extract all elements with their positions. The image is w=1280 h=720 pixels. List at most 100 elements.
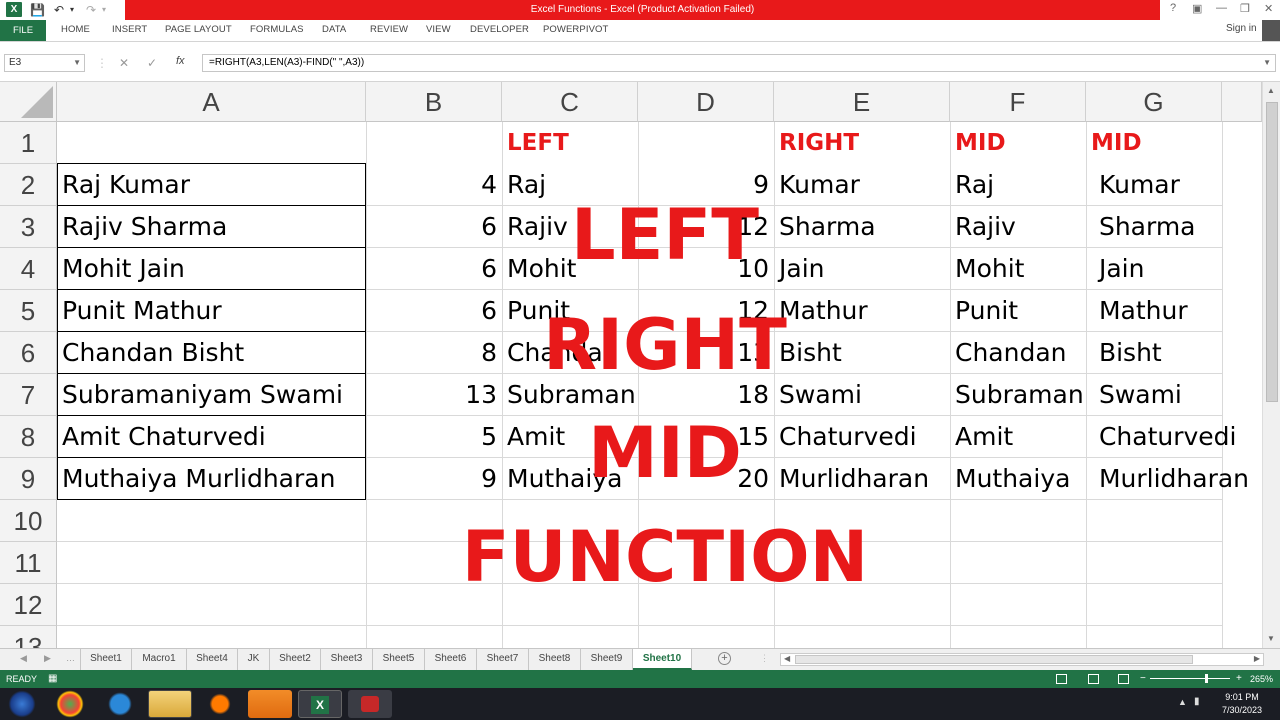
sheet-tab[interactable]: Sheet9 — [581, 649, 633, 670]
cell-g7[interactable]: Swami — [1086, 374, 1222, 416]
tab-page-layout[interactable]: PAGE LAYOUT — [165, 24, 232, 35]
cell-f3[interactable]: Rajiv — [950, 206, 1086, 248]
tab-formulas[interactable]: FORMULAS — [250, 24, 304, 35]
undo-dropdown-icon[interactable]: ▾ — [70, 2, 74, 18]
expand-formula-icon[interactable]: ▼ — [1263, 55, 1271, 71]
sheet-tab[interactable]: Sheet8 — [529, 649, 581, 670]
enter-icon[interactable]: ✓ — [147, 56, 157, 70]
scroll-up-icon[interactable]: ▲ — [1267, 86, 1275, 95]
minimize-icon[interactable]: — — [1216, 2, 1227, 14]
cell-b4[interactable]: 6 — [366, 248, 502, 290]
name-box[interactable]: E3 ▼ — [4, 54, 85, 72]
zoom-in-icon[interactable]: + — [1236, 670, 1242, 688]
tab-data[interactable]: DATA — [322, 24, 346, 35]
row-header-1[interactable]: 1 — [0, 122, 57, 164]
macro-record-icon[interactable]: ▦ — [48, 670, 57, 688]
column-header-g[interactable]: G — [1086, 82, 1222, 122]
column-header-b[interactable]: B — [366, 82, 502, 122]
cell-f1[interactable]: MID — [950, 122, 1086, 164]
chrome-icon[interactable] — [48, 690, 92, 718]
cell-a6[interactable]: Chandan Bisht — [57, 332, 366, 374]
cell-g5[interactable]: Mathur — [1086, 290, 1222, 332]
row-header-11[interactable]: 11 — [0, 542, 57, 584]
cell-a9[interactable]: Muthaiya Murlidharan — [57, 458, 366, 500]
cell-c1[interactable]: LEFT — [502, 122, 638, 164]
prev-sheet-icon[interactable]: ◀ — [20, 653, 27, 664]
internet-explorer-icon[interactable] — [98, 690, 142, 718]
zoom-out-icon[interactable]: − — [1140, 670, 1146, 688]
next-sheet-icon[interactable]: ▶ — [44, 653, 51, 664]
column-header-a[interactable]: A — [57, 82, 366, 122]
drag-handle-icon[interactable]: ⋮ — [96, 56, 108, 70]
cell-f2[interactable]: Raj — [950, 164, 1086, 206]
row-header-4[interactable]: 4 — [0, 248, 57, 290]
row-header-10[interactable]: 10 — [0, 500, 57, 542]
sheet-tab-active[interactable]: Sheet10 — [633, 649, 692, 670]
sheet-tab[interactable]: Sheet1 — [80, 649, 132, 670]
sheet-tab[interactable]: Sheet2 — [270, 649, 321, 670]
zoom-slider-knob[interactable] — [1205, 674, 1208, 683]
cancel-icon[interactable]: ✕ — [119, 56, 129, 70]
sheet-tab[interactable]: JK — [238, 649, 270, 670]
formula-input[interactable]: =RIGHT(A3,LEN(A3)-FIND(" ",A3)) ▼ — [202, 54, 1276, 72]
scroll-thumb[interactable] — [1266, 102, 1278, 402]
cell-a5[interactable]: Punit Mathur — [57, 290, 366, 332]
sign-in-link[interactable]: Sign in — [1226, 23, 1257, 34]
excel-taskbar-icon[interactable]: X — [298, 690, 342, 718]
cell-g2[interactable]: Kumar — [1086, 164, 1222, 206]
tab-home[interactable]: HOME — [61, 24, 90, 35]
cell-g4[interactable]: Jain — [1086, 248, 1222, 290]
cell-e7[interactable]: Swami — [774, 374, 950, 416]
redo-icon[interactable]: ↷ — [86, 2, 96, 18]
row-header-13[interactable]: 13 — [0, 626, 57, 648]
sheet-tab[interactable]: Sheet3 — [321, 649, 373, 670]
horizontal-scrollbar[interactable]: ◀ ▶ — [780, 653, 1264, 666]
tab-powerpivot[interactable]: POWERPIVOT — [543, 24, 608, 35]
redo-dropdown-icon[interactable]: ▾ — [102, 2, 106, 18]
scroll-thumb[interactable] — [795, 655, 1193, 664]
row-header-5[interactable]: 5 — [0, 290, 57, 332]
cell-b7[interactable]: 13 — [366, 374, 502, 416]
sheet-tab[interactable]: Sheet6 — [425, 649, 477, 670]
sheet-tab[interactable]: Sheet7 — [477, 649, 529, 670]
row-header-12[interactable]: 12 — [0, 584, 57, 626]
ribbon-display-icon[interactable]: ▣ — [1192, 2, 1202, 15]
tab-split-icon[interactable]: ⋮ — [760, 653, 769, 664]
close-icon[interactable]: ✕ — [1264, 2, 1273, 15]
tab-developer[interactable]: DEVELOPER — [470, 24, 529, 35]
cell-g6[interactable]: Bisht — [1086, 332, 1222, 374]
more-sheets-icon[interactable]: … — [66, 653, 75, 663]
cell-f4[interactable]: Mohit — [950, 248, 1086, 290]
insert-function-icon[interactable]: fx — [176, 55, 185, 67]
cell-a4[interactable]: Mohit Jain — [57, 248, 366, 290]
column-header-f[interactable]: F — [950, 82, 1086, 122]
scroll-left-icon[interactable]: ◀ — [784, 654, 790, 663]
row-header-2[interactable]: 2 — [0, 164, 57, 206]
row-header-7[interactable]: 7 — [0, 374, 57, 416]
vertical-scrollbar[interactable]: ▲ ▼ — [1262, 82, 1280, 648]
cell-f8[interactable]: Amit — [950, 416, 1086, 458]
sheet-tab[interactable]: Sheet4 — [187, 649, 238, 670]
tray-arrow-icon[interactable]: ▲ — [1178, 697, 1187, 707]
sheet-tab[interactable]: Macro1 — [132, 649, 187, 670]
user-avatar[interactable] — [1262, 20, 1280, 41]
network-icon[interactable]: ▮ — [1194, 696, 1200, 707]
tab-insert[interactable]: INSERT — [112, 24, 147, 35]
scroll-down-icon[interactable]: ▼ — [1267, 634, 1275, 643]
save-icon[interactable]: 💾 — [30, 2, 45, 18]
cell-b3[interactable]: 6 — [366, 206, 502, 248]
xampp-icon[interactable] — [248, 690, 292, 718]
cell-g8[interactable]: Chaturvedi — [1086, 416, 1262, 458]
row-header-6[interactable]: 6 — [0, 332, 57, 374]
cell-a2[interactable]: Raj Kumar — [57, 164, 366, 206]
cell-f9[interactable]: Muthaiya — [950, 458, 1086, 500]
row-header-3[interactable]: 3 — [0, 206, 57, 248]
undo-icon[interactable]: ↶ — [54, 2, 64, 18]
scroll-right-icon[interactable]: ▶ — [1254, 654, 1260, 663]
tab-view[interactable]: VIEW — [426, 24, 451, 35]
page-break-view-icon[interactable] — [1118, 674, 1129, 684]
screen-recorder-icon[interactable] — [348, 690, 392, 718]
chevron-down-icon[interactable]: ▼ — [73, 55, 81, 71]
column-header-e[interactable]: E — [774, 82, 950, 122]
column-header-c[interactable]: C — [502, 82, 638, 122]
